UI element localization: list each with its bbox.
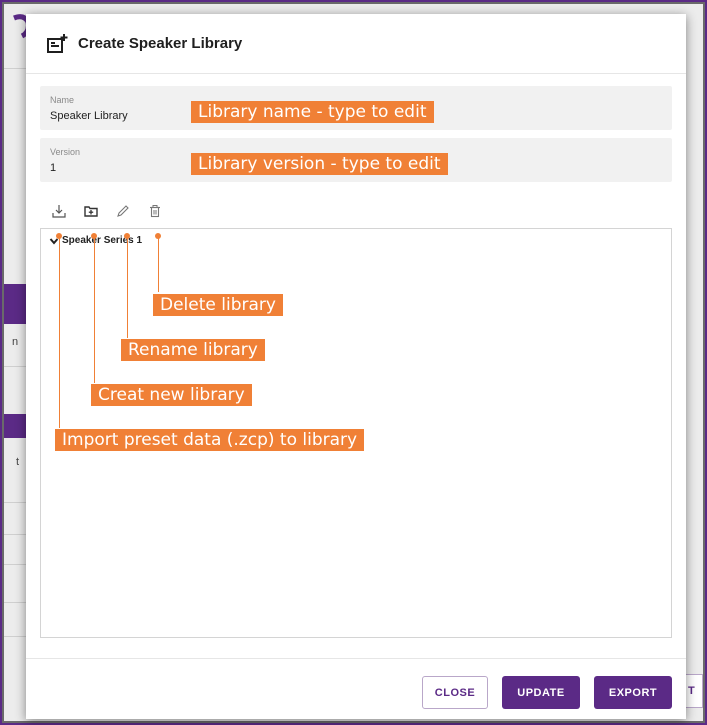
add-library-icon <box>47 33 68 53</box>
annotation-name-hint: Library name - type to edit <box>191 101 434 123</box>
new-folder-icon <box>84 206 98 217</box>
library-toolbar <box>50 202 164 220</box>
import-button[interactable] <box>50 202 68 220</box>
annotation-delete: Delete library <box>153 294 283 316</box>
new-library-button[interactable] <box>82 202 100 220</box>
annotation-line <box>94 236 95 383</box>
import-icon <box>52 205 66 218</box>
dialog-footer: CLOSE UPDATE EXPORT <box>26 658 686 719</box>
delete-button[interactable] <box>146 202 164 220</box>
dialog-title: Create Speaker Library <box>78 35 243 52</box>
annotation-import: Import preset data (.zcp) to library <box>55 429 365 451</box>
update-button[interactable]: UPDATE <box>502 676 580 709</box>
annotation-rename: Rename library <box>121 339 265 361</box>
pencil-icon <box>117 205 129 217</box>
dialog-header: Create Speaker Library <box>26 14 686 74</box>
annotation-line <box>158 236 159 292</box>
background-button-peek: T <box>686 674 703 708</box>
annotation-line <box>127 236 128 338</box>
background-glyph: n <box>12 336 19 348</box>
annotation-version-hint: Library version - type to edit <box>191 153 448 175</box>
close-button[interactable]: CLOSE <box>422 676 488 709</box>
tree-item-label: Speaker Series 1 <box>62 235 143 246</box>
annotation-create: Creat new library <box>91 384 252 406</box>
rename-button[interactable] <box>114 202 132 220</box>
trash-icon <box>150 205 160 218</box>
annotation-line <box>59 236 60 428</box>
background-glyph: t <box>16 456 20 468</box>
export-button[interactable]: EXPORT <box>594 676 672 709</box>
